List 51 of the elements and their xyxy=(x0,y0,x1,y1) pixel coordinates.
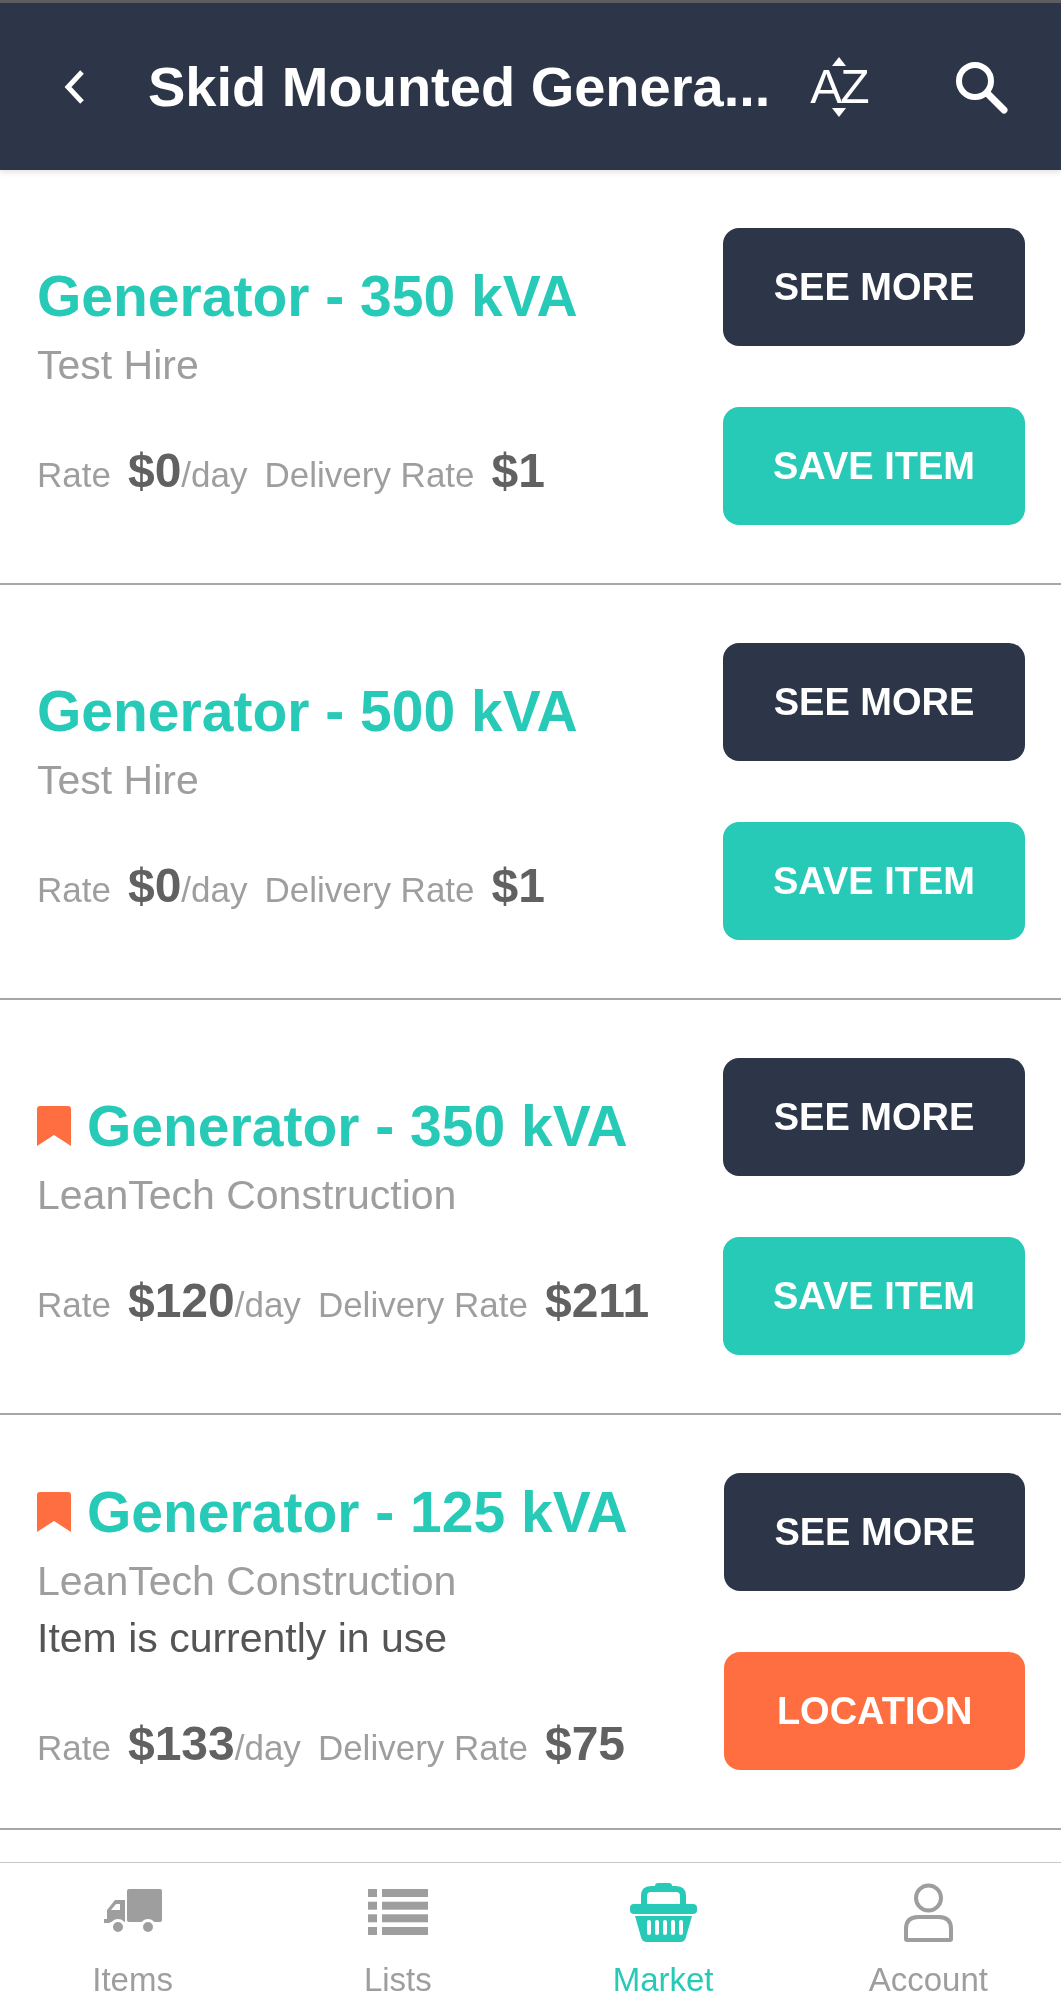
nav-tab[interactable]: Items xyxy=(0,1863,266,1996)
company-name: LeanTech Construction xyxy=(37,1558,458,1604)
status-text: Item is currently in use xyxy=(37,1615,449,1661)
rate-unit: /day xyxy=(234,1728,301,1769)
item-title: Generator - 500 kVA xyxy=(37,680,578,741)
location-button[interactable]: LOCATION xyxy=(724,1652,1025,1770)
delivery-rate-value: $75 xyxy=(544,1718,626,1770)
company-name: LeanTech Construction xyxy=(37,1171,458,1218)
delivery-rate-value: $1 xyxy=(491,859,545,912)
delivery-rate-label: Delivery Rate xyxy=(317,1283,528,1326)
rate-label: Rate xyxy=(37,868,111,911)
rate-label: Rate xyxy=(37,1283,111,1326)
nav-tab[interactable]: Account xyxy=(795,1863,1061,1996)
rate-label: Rate xyxy=(37,453,111,496)
person-icon xyxy=(902,1882,954,1942)
delivery-rate-label: Delivery Rate xyxy=(264,453,475,496)
see-more-button[interactable]: SEE MORE xyxy=(723,228,1025,346)
rate-unit: /day xyxy=(181,869,248,911)
truck-icon xyxy=(103,1889,162,1935)
save-item-button[interactable]: SAVE ITEM xyxy=(723,1237,1025,1355)
back-icon[interactable] xyxy=(64,68,86,105)
item-title: Generator - 350 kVA xyxy=(37,265,578,326)
see-more-button[interactable]: SEE MORE xyxy=(723,1058,1025,1176)
company-name: Test Hire xyxy=(37,756,200,803)
company-name: Test Hire xyxy=(37,341,200,388)
rate-label: Rate xyxy=(37,1727,111,1769)
delivery-rate-value: $211 xyxy=(544,1274,650,1327)
list-icon xyxy=(367,1889,428,1935)
delivery-rate-label: Delivery Rate xyxy=(317,1727,528,1769)
rate-value: $0 xyxy=(127,859,182,912)
rate-value: $133 xyxy=(127,1718,235,1770)
item-title: Generator - 125 kVA xyxy=(87,1482,628,1542)
sort-button[interactable]: AZ xyxy=(810,56,868,117)
rate-value: $120 xyxy=(127,1274,235,1327)
nav-tab[interactable]: Market xyxy=(530,1863,796,1996)
rate-unit: /day xyxy=(181,454,248,496)
item-title: Generator - 350 kVA xyxy=(87,1095,628,1156)
caret-up-icon xyxy=(832,56,846,66)
save-item-button[interactable]: SAVE ITEM xyxy=(723,822,1025,940)
delivery-rate-label: Delivery Rate xyxy=(264,868,475,911)
caret-down-icon xyxy=(832,107,846,117)
page-title: Skid Mounted Genera... xyxy=(148,53,771,120)
save-item-button[interactable]: SAVE ITEM xyxy=(723,407,1025,525)
rate-value: $0 xyxy=(127,444,182,497)
see-more-button[interactable]: SEE MORE xyxy=(723,643,1025,761)
basket-icon xyxy=(629,1882,697,1942)
delivery-rate-value: $1 xyxy=(491,444,545,497)
see-more-button[interactable]: SEE MORE xyxy=(724,1473,1025,1591)
nav-tab[interactable]: Lists xyxy=(265,1863,531,1996)
rate-unit: /day xyxy=(234,1284,301,1326)
search-icon[interactable] xyxy=(953,59,1008,114)
